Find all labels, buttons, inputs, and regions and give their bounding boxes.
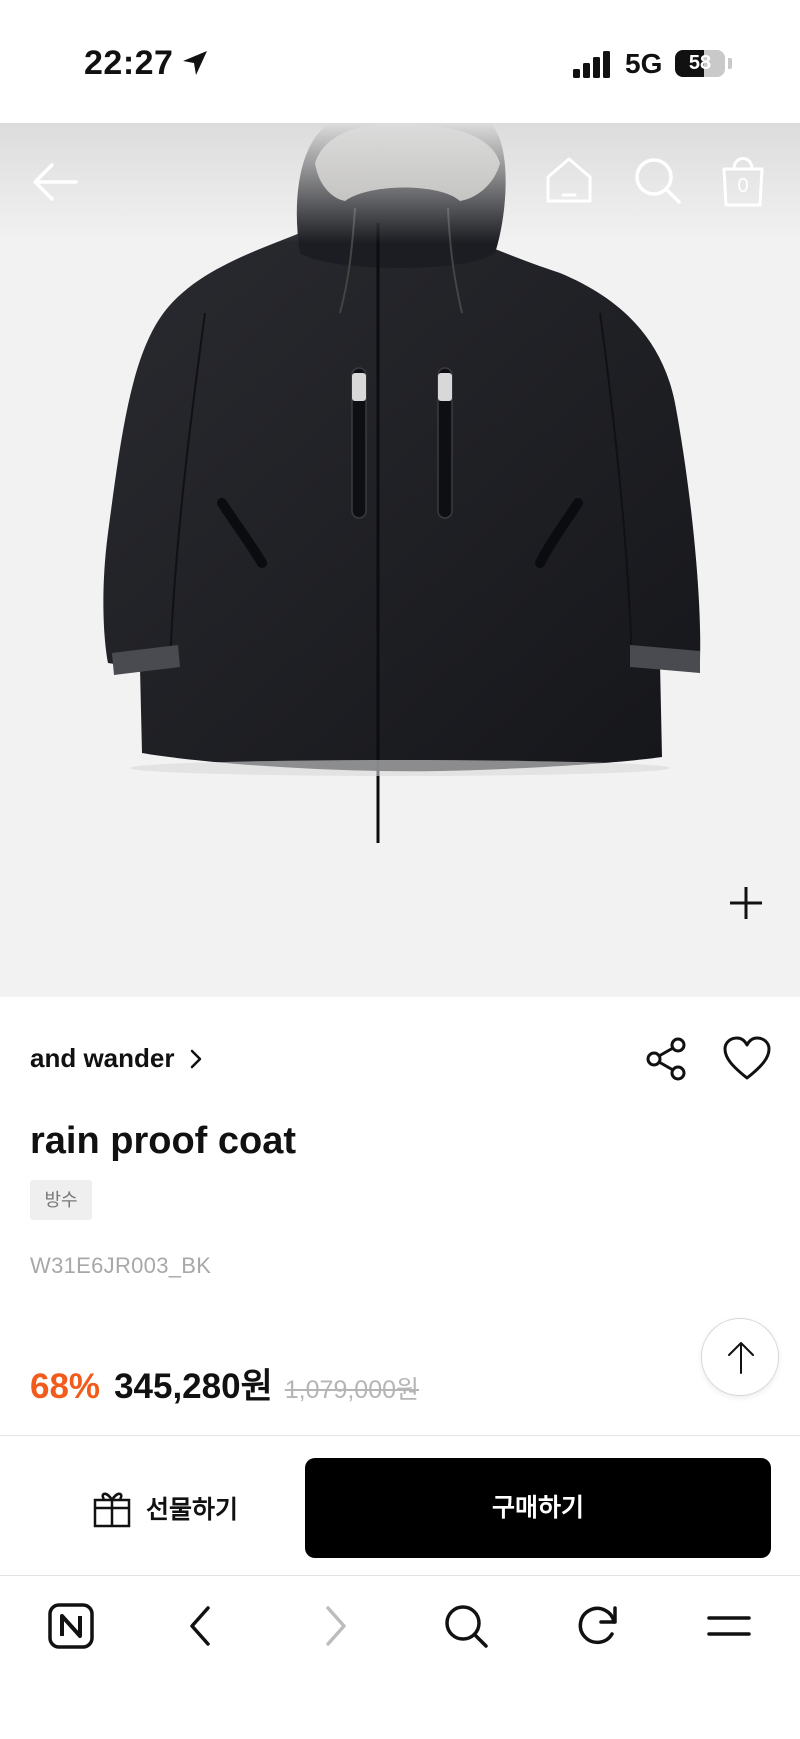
battery-percent: 58 xyxy=(688,52,712,74)
arrow-up-icon xyxy=(728,1342,754,1374)
naver-home-icon[interactable] xyxy=(47,1602,95,1650)
product-title: rain proof coat xyxy=(30,1120,297,1162)
jacket-image xyxy=(103,123,701,843)
browser-toolbar xyxy=(0,1575,800,1739)
arrow-left-icon[interactable] xyxy=(28,155,82,209)
sale-price: 345,280원 xyxy=(114,1367,273,1406)
gift-button[interactable]: 선물하기 xyxy=(30,1458,300,1558)
discount-rate: 68% xyxy=(30,1367,101,1406)
purchase-action-bar: 선물하기 구매하기 xyxy=(0,1435,800,1575)
product-image[interactable]: 0 xyxy=(0,123,800,997)
battery-tip xyxy=(728,58,732,69)
forward-icon[interactable] xyxy=(310,1602,358,1650)
brand-name: and wander xyxy=(30,1043,175,1073)
back-icon[interactable] xyxy=(178,1602,226,1650)
menu-icon[interactable] xyxy=(705,1602,753,1650)
search-icon[interactable] xyxy=(442,1602,490,1650)
buy-button[interactable]: 구매하기 xyxy=(305,1458,771,1558)
gift-label: 선물하기 xyxy=(145,1496,238,1524)
battery-icon: 58 xyxy=(675,50,725,77)
location-arrow-icon xyxy=(183,51,207,75)
status-time: 22:27 xyxy=(84,44,174,82)
gift-icon xyxy=(93,1492,131,1528)
share-icon[interactable] xyxy=(644,1036,690,1082)
search-icon[interactable] xyxy=(630,153,684,207)
brand-link[interactable]: and wander xyxy=(30,1043,208,1074)
plus-icon[interactable] xyxy=(728,885,764,921)
network-type: 5G xyxy=(625,48,663,79)
scroll-to-top-button[interactable] xyxy=(701,1318,779,1396)
cart-count: 0 xyxy=(737,175,749,197)
product-sku: W31E6JR003_BK xyxy=(30,1253,212,1278)
price-row: 68% 345,280원 1,079,000원 xyxy=(30,1358,419,1409)
feature-tag: 방수 xyxy=(30,1180,92,1220)
home-icon[interactable] xyxy=(542,153,596,207)
status-bar: 22:27 5G 58 xyxy=(0,0,800,123)
signal-icon xyxy=(573,51,610,78)
reload-icon[interactable] xyxy=(574,1602,622,1650)
heart-icon[interactable] xyxy=(722,1036,772,1082)
original-price: 1,079,000원 xyxy=(284,1376,419,1404)
chevron-right-icon xyxy=(191,1049,202,1068)
